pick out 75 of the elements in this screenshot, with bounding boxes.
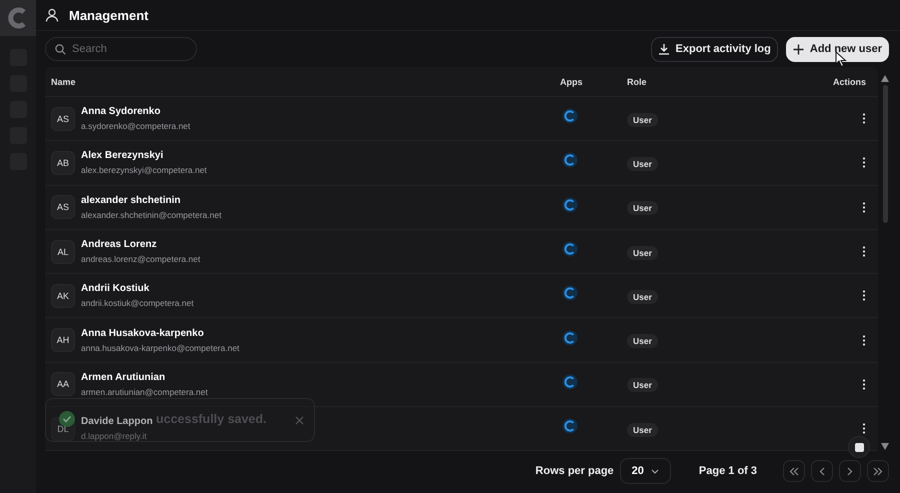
more-icon[interactable]	[862, 202, 866, 213]
search-icon	[55, 44, 66, 55]
more-icon[interactable]	[862, 113, 866, 124]
user-name: Anna Sydorenko	[81, 106, 162, 118]
role-tag: User	[627, 156, 658, 171]
user-avatar: AH	[51, 328, 75, 352]
user-email: d.lappon@reply.it	[81, 431, 148, 442]
export-button[interactable]: Export activity log	[650, 36, 778, 62]
plus-icon	[792, 44, 804, 54]
download-icon	[658, 43, 670, 55]
column-header: Role	[627, 76, 648, 86]
double-chevron-left-icon	[789, 466, 799, 476]
scroll-down-icon[interactable]	[881, 443, 889, 450]
role-tag: User	[627, 334, 658, 348]
more-icon[interactable]	[862, 157, 866, 168]
user-avatar: AB	[51, 150, 75, 175]
app-icon	[562, 330, 578, 346]
double-chevron-right-icon	[873, 466, 883, 476]
scrollbar-thumb[interactable]	[882, 85, 888, 223]
role-tag: User	[627, 246, 658, 260]
check-icon	[59, 411, 75, 427]
user-name: Armen Arutiunian	[81, 372, 166, 383]
user-avatar: AS	[51, 106, 75, 131]
more-icon[interactable]	[862, 423, 866, 434]
column-header: Name	[50, 76, 77, 86]
chevron-down-icon	[650, 468, 659, 474]
user-avatar: AS	[51, 195, 75, 220]
user-name: Andreas Lorenz	[81, 239, 158, 250]
scroll-up-icon[interactable]	[881, 75, 889, 82]
user-name: Anna Husakova-karpenko	[81, 328, 205, 339]
column-header: Actions	[832, 76, 867, 86]
user-email: armen.arutiunian@competera.net	[81, 386, 208, 397]
logo-tile[interactable]	[0, 0, 36, 36]
role-tag: User	[627, 201, 658, 216]
more-icon[interactable]	[862, 290, 866, 302]
more-icon[interactable]	[862, 378, 866, 390]
last-page-button[interactable]	[867, 460, 889, 482]
chevron-left-icon	[819, 466, 825, 476]
user-email: anna.husakova-karpenko@competera.net	[81, 342, 240, 353]
more-icon[interactable]	[862, 334, 866, 346]
app-icon	[562, 285, 578, 302]
user-email: andreas.lorenz@competera.net	[81, 254, 200, 264]
chevron-right-icon	[847, 466, 853, 476]
role-tag: User	[627, 422, 658, 437]
user-name: Alex Berezynskyi	[81, 150, 164, 162]
user-email: andrii.kostiuk@competera.net	[81, 298, 194, 308]
rows-per-page-select[interactable]: 20	[620, 458, 671, 484]
first-page-button[interactable]	[783, 460, 805, 482]
role-tag: User	[627, 112, 658, 127]
app-icon	[562, 374, 578, 390]
user-name: alexander shchetinin	[81, 194, 182, 206]
user-avatar: AK	[51, 284, 75, 308]
app-icon	[562, 152, 578, 168]
previous-page-button[interactable]	[811, 460, 833, 482]
app-icon	[562, 108, 578, 124]
user-icon	[45, 8, 59, 22]
user-name: Davide Lappon	[81, 416, 153, 428]
user-email: alex.berezynskyi@competera.net	[81, 165, 207, 176]
user-name: Andrii Kostiuk	[81, 283, 150, 294]
more-icon[interactable]	[862, 246, 866, 258]
user-email: alexander.shchetinin@competera.net	[81, 210, 222, 220]
app-icon	[562, 418, 578, 434]
role-tag: User	[627, 378, 658, 392]
page-indicator: Page 1 of 3	[698, 465, 757, 478]
page-title: Management	[69, 8, 148, 22]
app-icon	[562, 196, 578, 213]
app-icon	[562, 241, 578, 258]
user-avatar: AA	[51, 372, 75, 396]
user-avatar: AL	[51, 240, 75, 264]
role-tag: User	[627, 290, 658, 304]
user-email: a.sydorenko@competera.net	[81, 121, 190, 132]
add-user-button[interactable]: Add new user	[786, 36, 889, 62]
rows-per-page-label: Rows per page	[535, 465, 614, 478]
column-header: Apps	[560, 76, 584, 86]
search-field[interactable]: Search	[45, 37, 197, 61]
